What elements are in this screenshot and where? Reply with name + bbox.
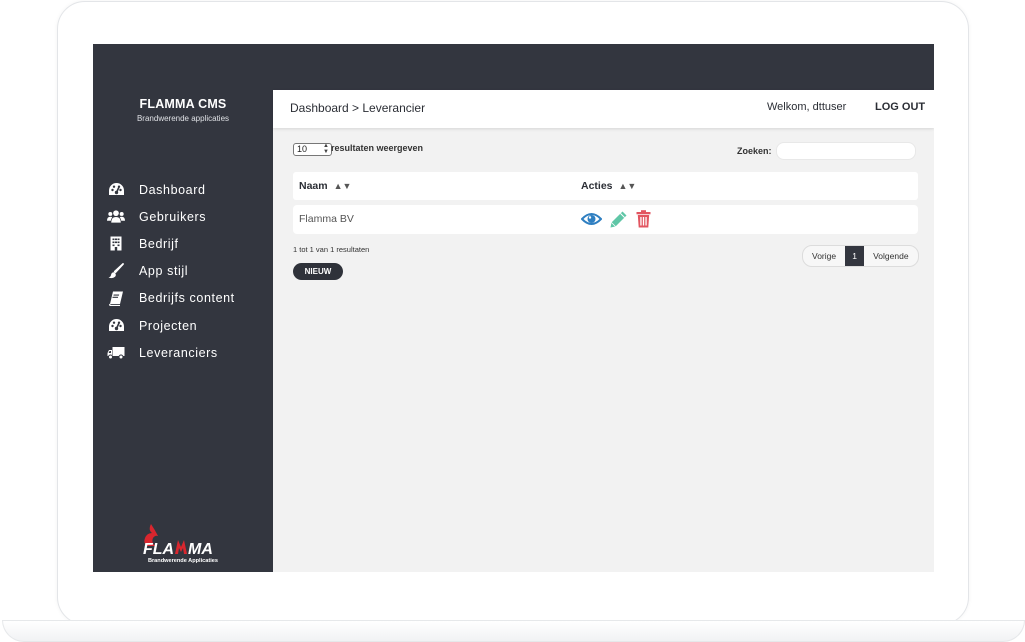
search-label: Zoeken: — [737, 146, 772, 156]
column-header-acties[interactable]: Acties ▲▼ — [581, 180, 636, 192]
page-length-label: resultaten weergeven — [331, 143, 424, 153]
sidebar-item-leveranciers[interactable]: Leveranciers — [93, 339, 273, 366]
next-page-button[interactable]: Volgende — [864, 246, 917, 266]
sidebar-item-label: Leveranciers — [139, 345, 218, 360]
laptop-base — [2, 620, 1025, 642]
page-length-value: 10 — [297, 144, 308, 154]
new-button[interactable]: NIEUW — [293, 263, 343, 280]
sidebar-item-label: Dashboard — [139, 182, 206, 197]
sidebar-item-label: Gebruikers — [139, 209, 207, 224]
sidebar-item-label: Bedrijfs content — [139, 291, 235, 306]
dashboard-icon — [107, 318, 125, 334]
pagination: Vorige 1 Volgende — [802, 245, 919, 267]
sidebar-item-gebruikers[interactable]: Gebruikers — [93, 203, 273, 230]
sidebar-item-dashboard[interactable]: Dashboard — [93, 176, 273, 203]
sidebar-item-label: Projecten — [139, 318, 198, 333]
search-input[interactable] — [776, 142, 916, 160]
sort-icon: ▲▼ — [333, 181, 352, 191]
main-content: 10 ▲ ▼ resultaten weergeven Zoeken: Naam ▲… — [273, 128, 934, 572]
sort-icon: ▲▼ — [618, 181, 637, 191]
users-icon — [107, 209, 125, 225]
logout-button[interactable]: LOG OUT — [875, 101, 925, 113]
sidebar: FLAMMA CMS Brandwerende applicaties Dash… — [93, 90, 273, 572]
svg-text:MA: MA — [188, 541, 213, 558]
breadcrumb: Dashboard > Leverancier — [290, 101, 426, 115]
column-header-label: Acties — [581, 180, 613, 192]
sidebar-item-label: Bedrijf — [139, 236, 179, 251]
username: dttuser — [812, 101, 847, 113]
view-icon[interactable] — [580, 210, 603, 232]
sidebar-item-bedrijf[interactable]: Bedrijf — [93, 230, 273, 257]
building-icon — [107, 236, 125, 252]
dashboard-icon — [107, 182, 125, 198]
table-header: Naam ▲▼ Acties ▲▼ — [293, 172, 918, 200]
delete-icon[interactable] — [636, 210, 651, 232]
top-bar — [93, 44, 934, 90]
previous-page-button[interactable]: Vorige — [803, 246, 845, 266]
column-header-naam[interactable]: Naam ▲▼ — [299, 180, 351, 192]
brand-title: FLAMMA CMS — [139, 97, 227, 111]
book-icon — [107, 290, 125, 306]
app-screen: FLAMMA CMS Brandwerende applicaties Dash… — [93, 44, 934, 572]
sidebar-item-projecten[interactable]: Projecten — [93, 312, 273, 339]
sidebar-item-bedrijfs-content[interactable]: Bedrijfs content — [93, 285, 273, 312]
page-length-select[interactable]: 10 ▲ ▼ — [293, 143, 332, 156]
table-row: Flamma BV — [293, 205, 918, 234]
sidebar-nav: Dashboard Gebruikers Bedrijf App stijl B… — [93, 176, 273, 366]
main-header: Dashboard > Leverancier Welkom, dttuser … — [273, 90, 934, 128]
column-header-label: Naam — [299, 180, 328, 192]
flamma-logo: FLA MA Brandwerende Applicaties — [137, 520, 229, 564]
truck-icon — [107, 345, 125, 361]
row-naam: Flamma BV — [299, 213, 354, 225]
brand-subtitle: Brandwerende applicaties — [136, 114, 230, 123]
sidebar-item-app-stijl[interactable]: App stijl — [93, 258, 273, 285]
edit-icon[interactable] — [609, 210, 628, 233]
sidebar-item-label: App stijl — [139, 264, 189, 279]
results-info: 1 tot 1 van 1 resultaten — [293, 245, 370, 254]
welcome-prefix: Welkom, — [767, 101, 810, 113]
select-arrows-icon: ▲ ▼ — [323, 143, 329, 155]
paintbrush-icon — [107, 263, 125, 279]
svg-text:FLA: FLA — [143, 541, 174, 558]
svg-text:Brandwerende Applicaties: Brandwerende Applicaties — [148, 558, 218, 564]
welcome-text: Welkom, dttuser — [767, 101, 846, 113]
page-1-button[interactable]: 1 — [845, 246, 865, 266]
